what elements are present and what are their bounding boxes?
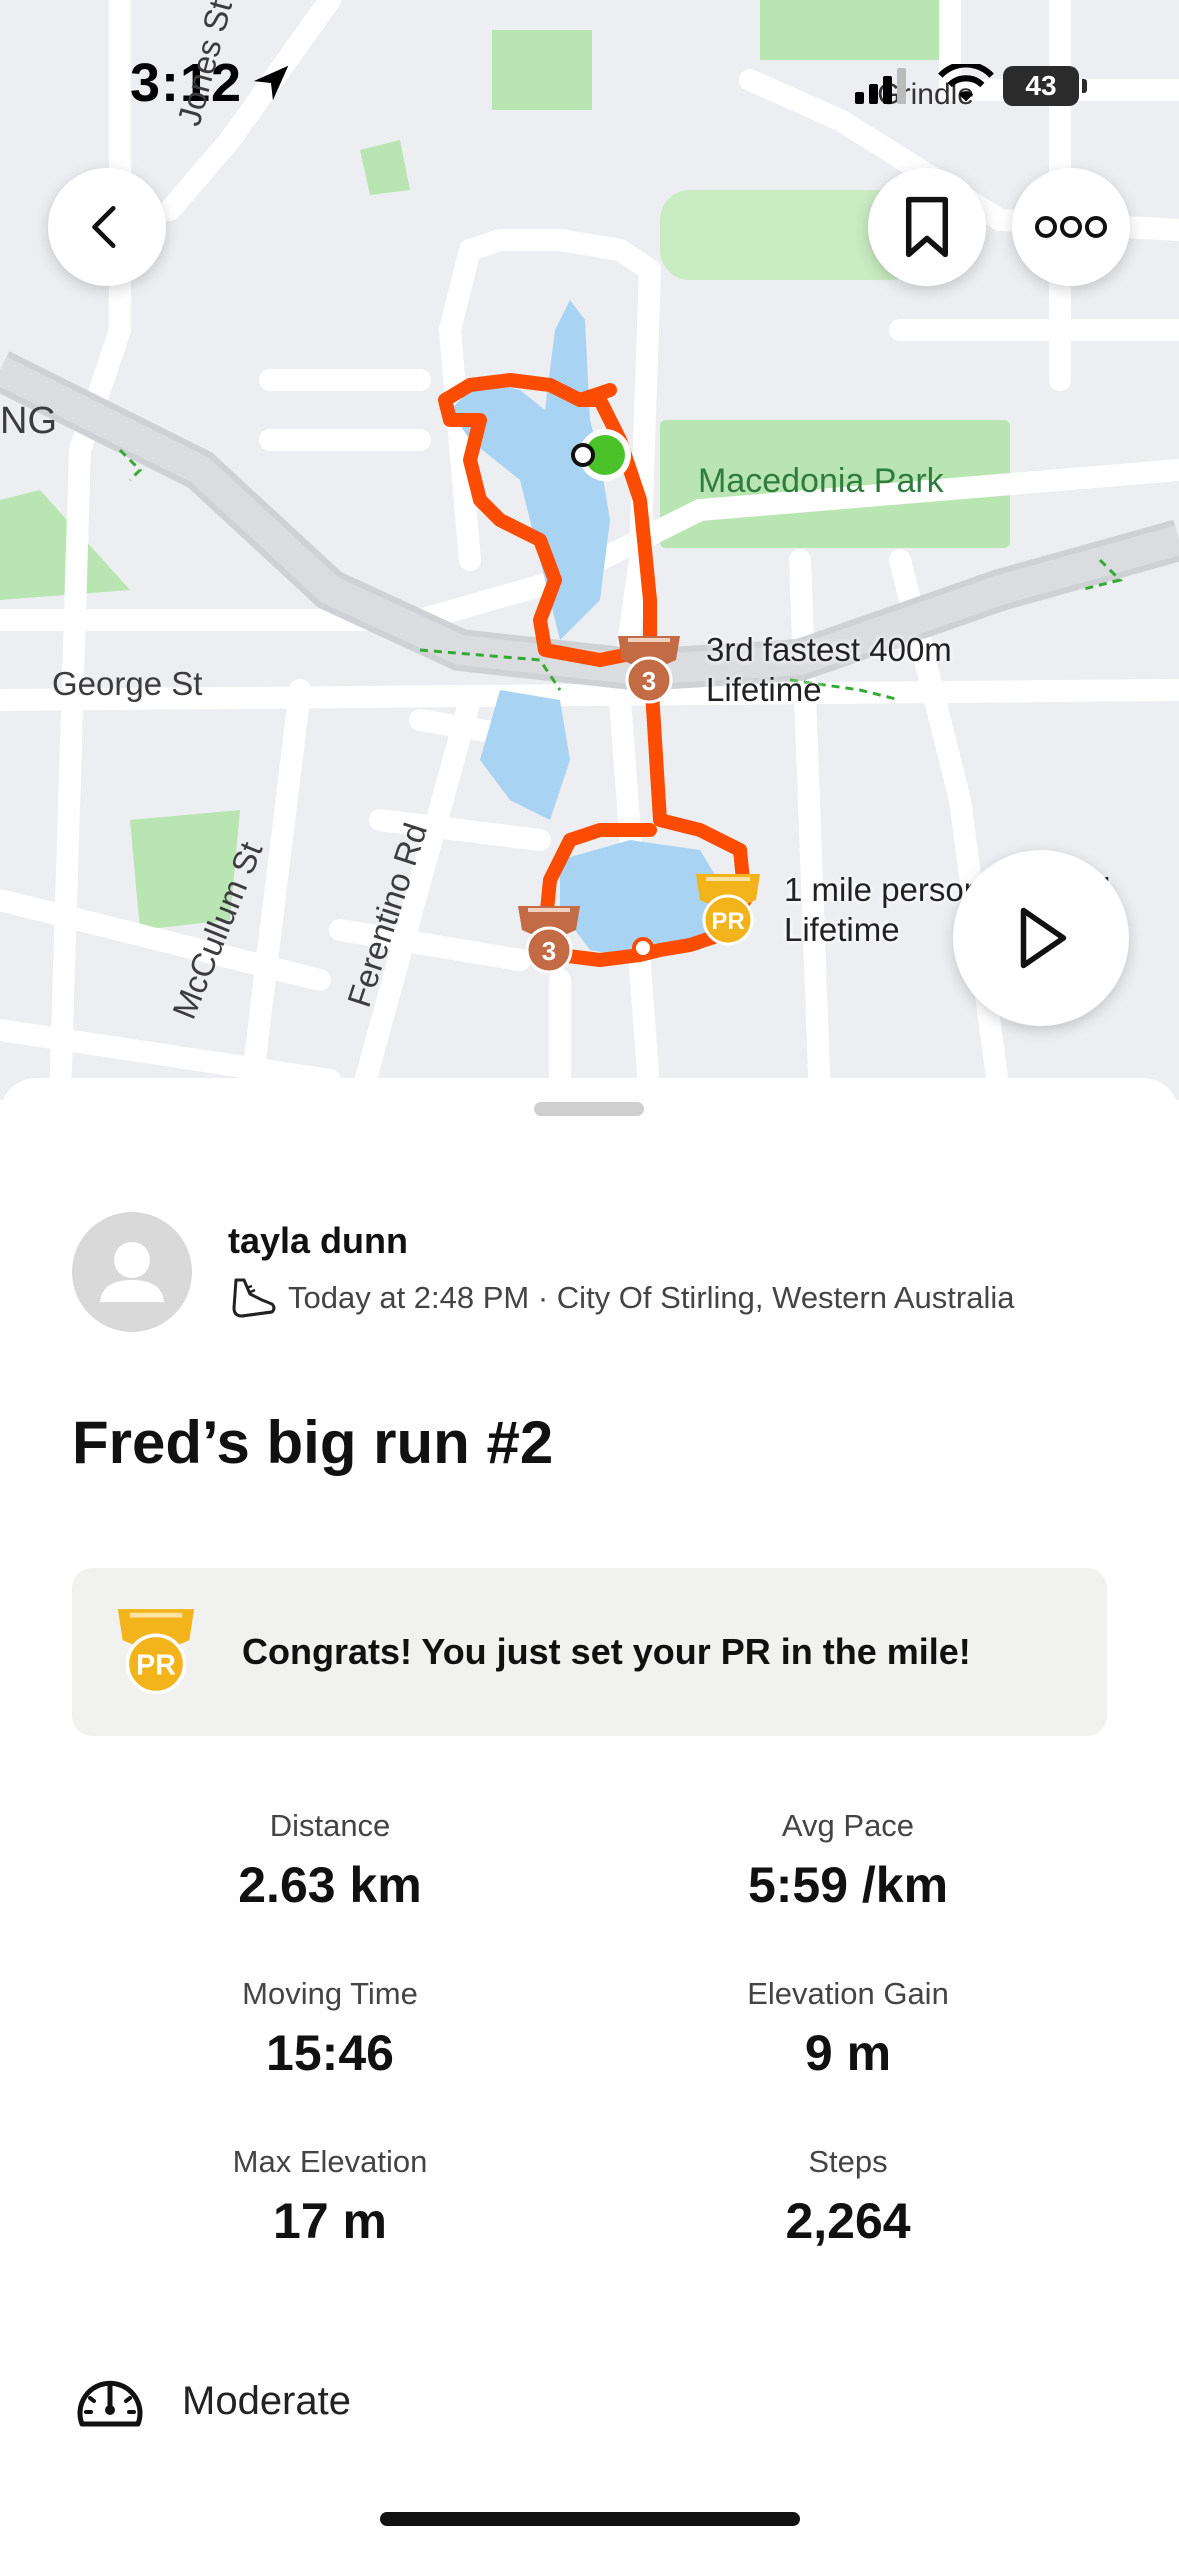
stat-elevation-gain: Elevation Gain 9 m — [638, 1976, 1058, 2082]
bookmark-button[interactable] — [868, 168, 986, 286]
stat-steps: Steps 2,264 — [638, 2144, 1058, 2250]
street-label: George St — [52, 665, 203, 702]
bookmark-icon — [905, 196, 949, 258]
activity-date-location: Today at 2:48 PM · City Of Stirling, Wes… — [288, 1280, 1015, 1315]
flyover-play-button[interactable] — [953, 850, 1129, 1026]
play-icon — [1020, 907, 1067, 969]
signal-icon — [855, 68, 906, 104]
stat-value: 9 m — [804, 2025, 892, 2081]
pr-medal-icon: PR — [117, 1609, 195, 1695]
stat-value: 17 m — [273, 2193, 387, 2249]
stat-label: Steps — [808, 2144, 888, 2179]
park-label: Macedonia Park — [698, 462, 944, 500]
pr-banner: PR Congrats! You just set your PR in the… — [72, 1568, 1107, 1736]
pr-medal-icon[interactable]: PR — [690, 868, 766, 952]
street-label: NG — [0, 400, 57, 442]
stat-value: 2.63 km — [238, 1857, 422, 1913]
stat-avg-pace: Avg Pace 5:59 /km — [638, 1808, 1058, 1914]
stat-label: Moving Time — [242, 1976, 418, 2011]
speedometer-icon — [77, 2380, 143, 2427]
medal-text: 3 — [642, 666, 656, 696]
back-button[interactable] — [48, 168, 166, 286]
shoe-icon — [232, 1278, 276, 1318]
stat-label: Max Elevation — [232, 2144, 428, 2179]
avatar[interactable] — [72, 1212, 192, 1332]
route-map[interactable]: 3:12 Grindle 43 Jones St George St McCul… — [0, 0, 1179, 1100]
effort-label: Moderate — [182, 2378, 351, 2423]
activity-sheet: tayla dunn Today at 2:48 PM · City Of St… — [0, 1078, 1179, 2556]
more-icon — [1035, 216, 1107, 238]
battery-indicator: 43 — [1003, 66, 1087, 106]
bronze-medal-icon[interactable]: 3 — [612, 630, 686, 710]
perceived-effort[interactable]: Moderate — [72, 2368, 351, 2434]
home-indicator — [380, 2512, 800, 2526]
stat-value: 2,264 — [785, 2193, 911, 2249]
annotation-line: 3rd fastest 400m — [706, 631, 952, 668]
chevron-left-icon — [92, 205, 116, 249]
medal-text: PR — [711, 908, 744, 935]
stat-value: 15:46 — [266, 2025, 394, 2081]
location-arrow-icon — [253, 65, 289, 101]
status-bar: 3:12 Grindle 43 — [0, 0, 1179, 170]
medal-text: 3 — [542, 936, 556, 966]
activity-meta: Today at 2:48 PM · City Of Stirling, Wes… — [228, 1276, 1015, 1320]
sheet-grabber[interactable] — [534, 1102, 644, 1116]
segment-annotation: 3rd fastest 400m Lifetime — [706, 630, 952, 710]
stat-label: Avg Pace — [781, 1808, 915, 1843]
medal-text: PR — [136, 1650, 176, 1682]
stat-distance: Distance 2.63 km — [120, 1808, 540, 1914]
bronze-medal-icon[interactable]: 3 — [512, 900, 586, 980]
more-options-button[interactable] — [1012, 168, 1130, 286]
stat-moving-time: Moving Time 15:46 — [120, 1976, 540, 2082]
wifi-icon — [938, 64, 994, 102]
stat-value: 5:59 /km — [747, 1857, 949, 1913]
person-icon — [100, 1242, 164, 1302]
activity-title: Fred’s big run #2 — [72, 1409, 554, 1476]
stat-label: Distance — [269, 1808, 391, 1843]
pr-message: Congrats! You just set your PR in the mi… — [242, 1631, 971, 1672]
stat-max-elevation: Max Elevation 17 m — [120, 2144, 540, 2250]
annotation-line: Lifetime — [706, 671, 822, 708]
stat-label: Elevation Gain — [747, 1976, 949, 2011]
athlete-name[interactable]: tayla dunn — [228, 1220, 408, 1262]
